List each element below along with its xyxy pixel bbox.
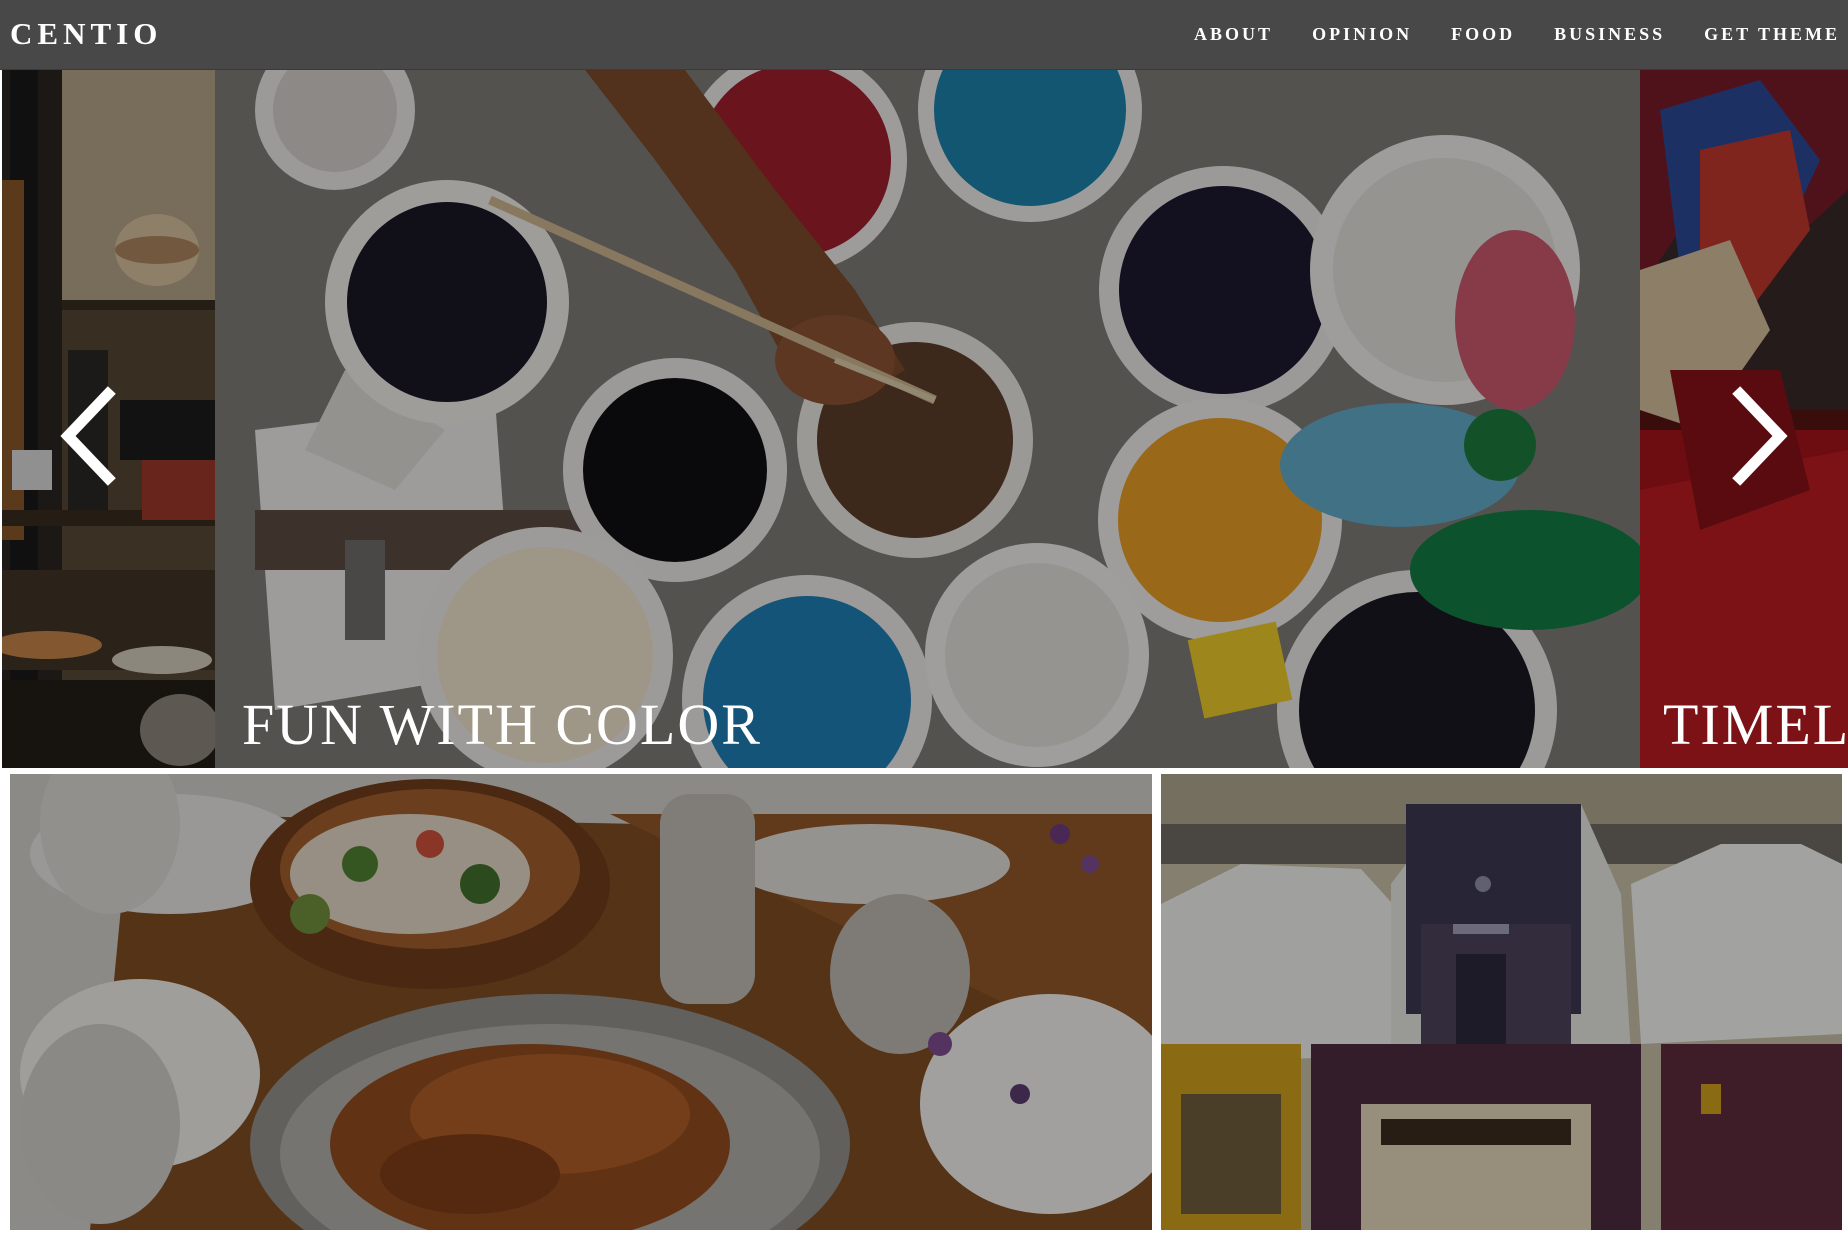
nav-item-business[interactable]: BUSINESS	[1554, 24, 1665, 45]
page-bottom-edge	[0, 1230, 1848, 1234]
main-nav: ABOUT OPINION FOOD BUSINESS GET THEME	[1194, 0, 1840, 69]
site-header: CENTIO ABOUT OPINION FOOD BUSINESS GET T…	[0, 0, 1848, 70]
slide-next-title[interactable]: TIMELI	[1663, 696, 1848, 754]
page: CENTIO ABOUT OPINION FOOD BUSINESS GET T…	[0, 0, 1848, 1234]
featured-slider: FUN WITH COLOR TIMELI	[2, 70, 1848, 768]
slide-current[interactable]: FUN WITH COLOR	[215, 70, 1640, 768]
chevron-right-icon[interactable]	[1724, 386, 1794, 486]
nav-item-about[interactable]: ABOUT	[1194, 24, 1273, 45]
site-logo[interactable]: CENTIO	[10, 14, 162, 54]
nav-item-opinion[interactable]: OPINION	[1312, 24, 1412, 45]
post-tile-food[interactable]	[10, 774, 1152, 1230]
post-tile-business[interactable]	[1161, 774, 1842, 1230]
nav-item-get-theme[interactable]: GET THEME	[1704, 24, 1840, 45]
slide-current-image	[215, 70, 1640, 768]
post-tile-business-image	[1161, 774, 1842, 1230]
post-tile-food-image	[10, 774, 1152, 1230]
chevron-left-icon[interactable]	[56, 386, 126, 486]
nav-item-food[interactable]: FOOD	[1451, 24, 1515, 45]
slide-title[interactable]: FUN WITH COLOR	[242, 696, 762, 754]
